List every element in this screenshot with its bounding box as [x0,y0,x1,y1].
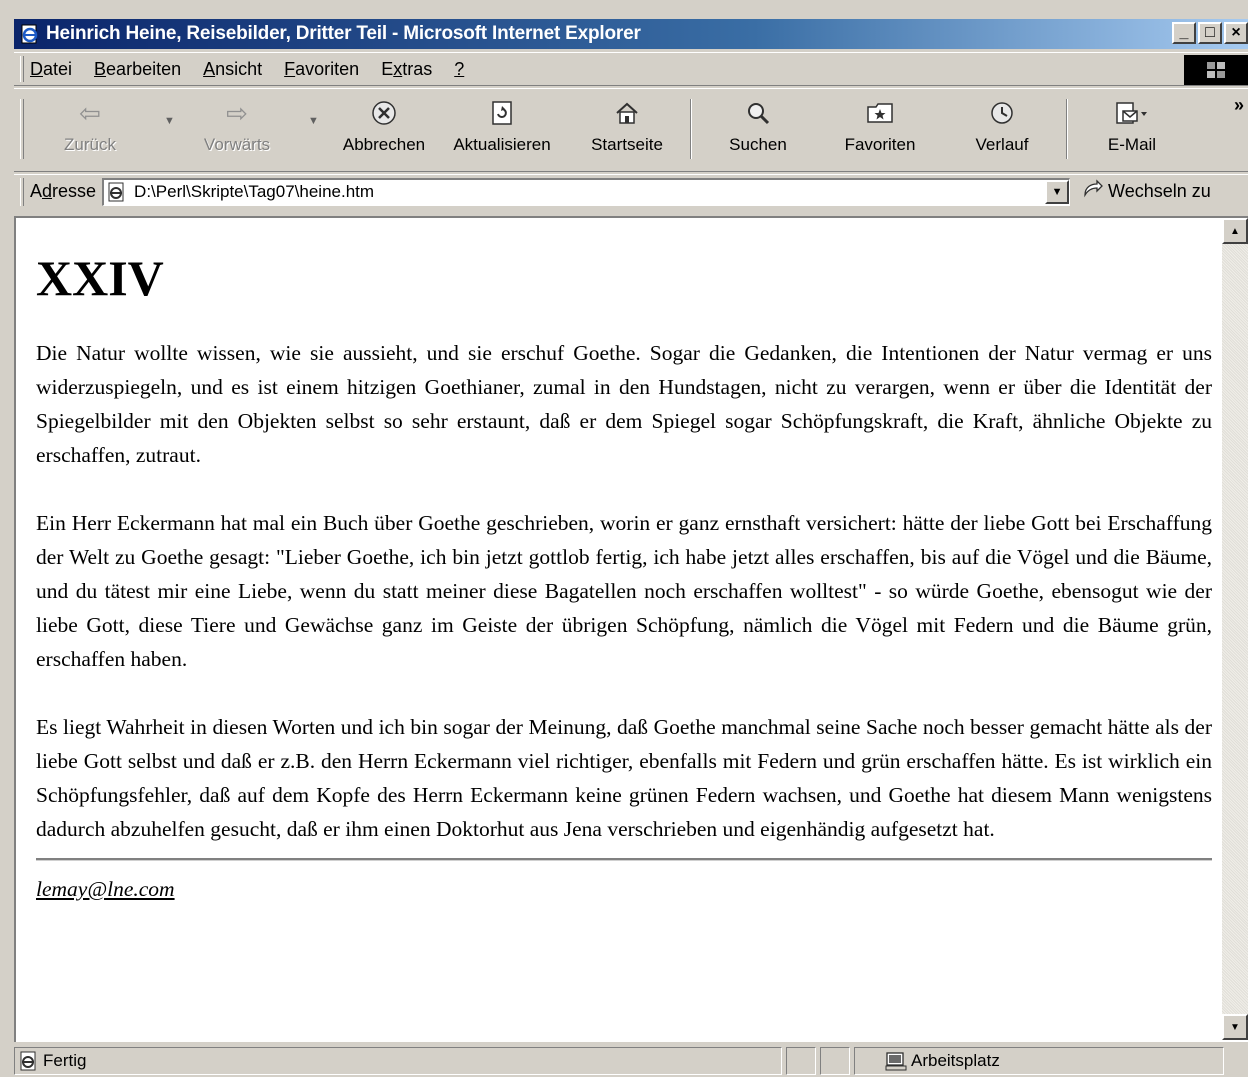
forward-dropdown-icon[interactable]: ▼ [308,115,319,127]
toolbar-separator [1066,99,1068,159]
title-bar[interactable]: Heinrich Heine, Reisebilder, Dritter Tei… [14,19,1248,49]
security-zone-label: Arbeitsplatz [911,1050,1000,1070]
paragraph-2: Ein Herr Eckermann hat mal ein Buch über… [36,511,1212,671]
status-text-panel: Fertig [14,1046,782,1075]
email-link[interactable]: lemay@lne.com [36,877,175,901]
page-icon [106,181,128,203]
stop-icon [372,101,396,125]
minimize-icon: _ [1179,24,1189,41]
go-button[interactable]: Wechseln zu [1082,179,1211,204]
menu-bearbeiten[interactable]: Bearbeiten [94,59,181,80]
status-bar: Fertig Arbeitsplatz [14,1044,1248,1077]
horizontal-rule [36,858,1212,861]
status-panel-security [820,1046,850,1075]
history-icon [991,102,1013,124]
standard-toolbar: ⇦ Zurück ▼ ⇨ Vorwärts ▼ Abbrechen Aktual… [14,88,1248,172]
document-viewport[interactable]: XXIV Die Natur wollte wissen, wie sie au… [14,216,1248,1042]
toolbar-separator [690,99,692,159]
window-title: Heinrich Heine, Reisebilder, Dritter Tei… [46,23,641,44]
forward-button[interactable]: ⇨ Vorwärts [192,95,282,165]
address-bar: Adresse D:\Perl\Skripte\Tag07\heine.htm … [14,174,1248,208]
maximize-icon: □ [1205,24,1215,41]
address-value: D:\Perl\Skripte\Tag07\heine.htm [134,182,375,201]
status-zone-panel: Arbeitsplatz [854,1046,1224,1075]
menu-bar: Datei Bearbeiten Ansicht Favoriten Extra… [14,52,1248,86]
windows-logo-throbber [1184,55,1248,85]
refresh-icon [492,101,512,125]
scroll-down-button[interactable]: ▼ [1222,1014,1248,1040]
maximize-button[interactable]: □ [1198,22,1222,44]
close-button[interactable]: × [1224,22,1248,44]
minimize-button[interactable]: _ [1172,22,1196,44]
browser-window: Heinrich Heine, Reisebilder, Dritter Tei… [0,0,1248,1077]
paragraph-3: Es liegt Wahrheit in diesen Worten und i… [36,715,1212,841]
scroll-up-icon: ▲ [1230,225,1240,237]
history-button[interactable]: Verlauf [964,95,1040,165]
menu-favoriten[interactable]: Favoriten [284,59,359,80]
close-icon: × [1231,24,1241,41]
document-body: XXIV Die Natur wollte wissen, wie sie au… [36,248,1212,902]
menu-extras[interactable]: Extras [381,59,432,80]
back-arrow-icon: ⇦ [79,97,101,128]
scroll-up-button[interactable]: ▲ [1222,218,1248,244]
menu-ansicht[interactable]: Ansicht [203,59,262,80]
menu-grip[interactable] [20,56,24,82]
back-button[interactable]: ⇦ Zurück [52,95,128,165]
go-arrow-icon [1082,179,1104,204]
home-icon [616,102,638,124]
menu-datei[interactable]: Datei [30,59,72,80]
computer-icon [885,1051,907,1071]
mail-icon [1116,102,1147,124]
address-dropdown-icon[interactable]: ▼ [1045,179,1070,204]
search-icon [748,103,770,125]
address-grip[interactable] [20,177,24,206]
toolbar-overflow-button[interactable]: » [1234,95,1244,116]
status-panel-progress [786,1046,816,1075]
favorites-folder-icon [867,103,893,123]
ie-page-icon[interactable] [18,22,42,46]
address-label: Adresse [30,181,97,201]
windows-logo-icon [1207,62,1225,78]
mail-button[interactable]: E-Mail [1094,95,1170,165]
stop-button[interactable]: Abbrechen [334,95,434,165]
menu-help[interactable]: ? [454,59,464,80]
status-page-icon [19,1051,39,1071]
vertical-scrollbar[interactable]: ▲ ▼ [1222,218,1248,1040]
address-input[interactable]: D:\Perl\Skripte\Tag07\heine.htm ▼ [102,177,1071,206]
search-button[interactable]: Suchen [714,95,802,165]
paragraph-1: Die Natur wollte wissen, wie sie aussieh… [36,341,1212,467]
home-button[interactable]: Startseite [582,95,672,165]
scroll-down-icon: ▼ [1230,1021,1240,1033]
go-label: Wechseln zu [1108,181,1211,201]
forward-arrow-icon: ⇨ [226,97,248,128]
status-text: Fertig [43,1050,87,1070]
refresh-button[interactable]: Aktualisieren [446,95,558,165]
favorites-button[interactable]: Favoriten [832,95,928,165]
toolbar-grip[interactable] [20,99,24,159]
back-dropdown-icon[interactable]: ▼ [164,115,175,127]
page-heading: XXIV [36,250,164,306]
